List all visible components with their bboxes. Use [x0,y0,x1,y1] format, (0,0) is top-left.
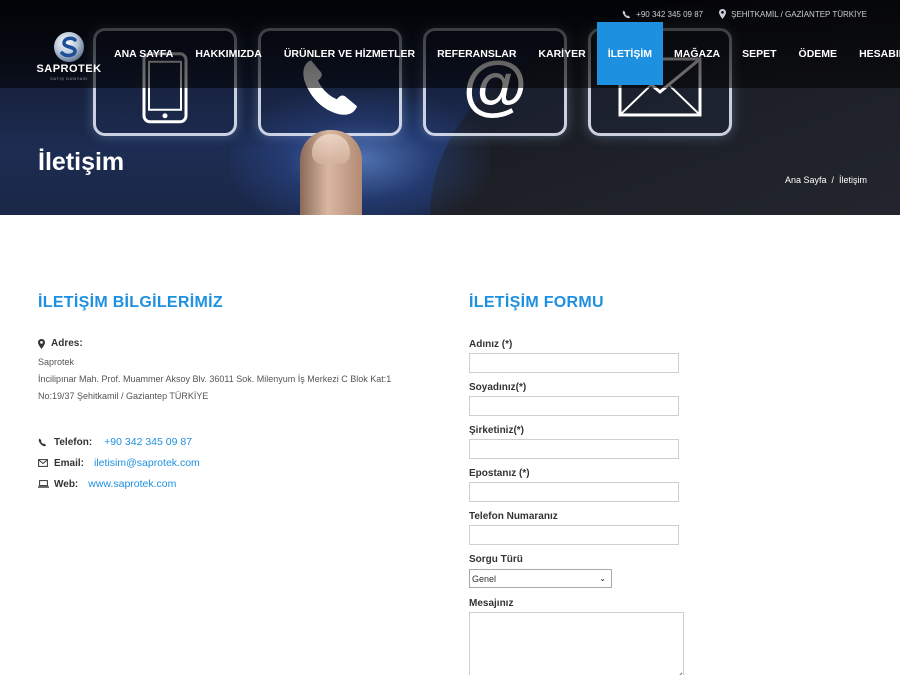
main-nav: ANA SAYFA HAKKIMIZDA ÜRÜNLER VE HİZMETLE… [103,22,900,85]
web-label: Web: [54,478,79,490]
nav-item-hakkimizda[interactable]: HAKKIMIZDA [184,22,273,85]
contact-info-heading: İLETİŞİM BİLGİLERİMİZ [38,294,223,311]
breadcrumb-current: İletişim [838,175,867,185]
nav-item-odeme[interactable]: ÖDEME [788,22,849,85]
query-type-selected: Genel [472,573,497,584]
hero-banner: @ +90 342 345 09 87 ŞEHİTKAMİL / GAZİANT… [0,0,900,215]
email-field-label: Epostanız (*) [469,468,530,479]
phone-icon [622,9,631,18]
address-label-text: Adres: [51,338,83,349]
email-label: Email: [54,457,85,469]
site-logo[interactable]: SAPROTEK SATIŞ DÜNYASI [36,31,102,81]
message-label: Mesajınız [469,598,514,609]
topbar-phone[interactable]: +90 342 345 09 87 [622,10,703,19]
contact-form-heading: İLETİŞİM FORMU [469,294,604,311]
nav-item-urunler-ve-hizmetler[interactable]: ÜRÜNLER VE HİZMETLER [273,22,426,85]
address-line-company: Saprotek [38,357,75,367]
topbar-location-text: ŞEHİTKAMİL / GAZİANTEP TÜRKİYE [731,9,867,19]
nav-item-ana-sayfa[interactable]: ANA SAYFA [103,22,184,85]
query-type-label: Sorgu Türü [469,554,523,565]
nav-item-iletisim[interactable]: İLETİŞİM [596,22,664,85]
query-type-select[interactable]: Genel ⌄ [469,569,612,588]
nav-item-sepet[interactable]: SEPET [731,22,787,85]
name-input[interactable] [469,353,679,373]
topbar: +90 342 345 09 87 ŞEHİTKAMİL / GAZİANTEP… [622,7,867,21]
logo-text: SAPROTEK [36,63,102,75]
nav-item-hesabim[interactable]: HESABIM [848,22,900,85]
web-link[interactable]: www.saprotek.com [88,478,176,490]
hero-finger-nail [312,134,350,164]
phone-field-label: Telefon Numaranız [469,511,558,522]
phone-input[interactable] [469,525,679,545]
message-textarea[interactable] [469,612,684,675]
nav-item-magaza[interactable]: MAĞAZA [663,22,731,85]
map-marker-icon [38,338,45,349]
breadcrumb: Ana Sayfa / İletişim [785,175,867,185]
contact-phone-row: Telefon: +90 342 345 09 87 [38,436,192,448]
nav-item-referanslar[interactable]: REFERANSLAR [426,22,527,85]
logo-tagline: SATIŞ DÜNYASI [50,76,88,81]
company-input[interactable] [469,439,679,459]
topbar-location: ŞEHİTKAMİL / GAZİANTEP TÜRKİYE [719,9,867,19]
laptop-icon [38,480,49,488]
email-input[interactable] [469,482,679,502]
address-line-city: No:19/37 Şehitkamil / Gaziantep TÜRKİYE [38,391,209,401]
page-title: İletişim [38,148,125,176]
company-label: Şirketiniz(*) [469,425,525,436]
saprotek-logo-icon [54,32,84,62]
phone-icon [38,437,47,446]
address-line-street: İncilipınar Mah. Prof. Muammer Aksoy Blv… [38,374,392,384]
map-marker-icon [719,9,727,19]
contact-web-row: Web: www.saprotek.com [38,478,176,490]
phone-label: Telefon: [54,436,93,448]
address-label: Adres: [38,338,83,349]
name-label: Adınız (*) [469,339,513,350]
surname-input[interactable] [469,396,679,416]
contact-email-row: Email: iletisim@saprotek.com [38,457,200,469]
surname-label: Soyadınız(*) [469,382,527,393]
envelope-icon [38,459,48,467]
breadcrumb-home-link[interactable]: Ana Sayfa [785,175,827,185]
email-link[interactable]: iletisim@saprotek.com [94,457,200,469]
phone-link[interactable]: +90 342 345 09 87 [104,436,192,448]
chevron-down-icon: ⌄ [599,574,606,583]
breadcrumb-separator: / [831,175,834,185]
nav-item-kariyer[interactable]: KARİYER [527,22,596,85]
topbar-phone-text: +90 342 345 09 87 [636,9,704,19]
